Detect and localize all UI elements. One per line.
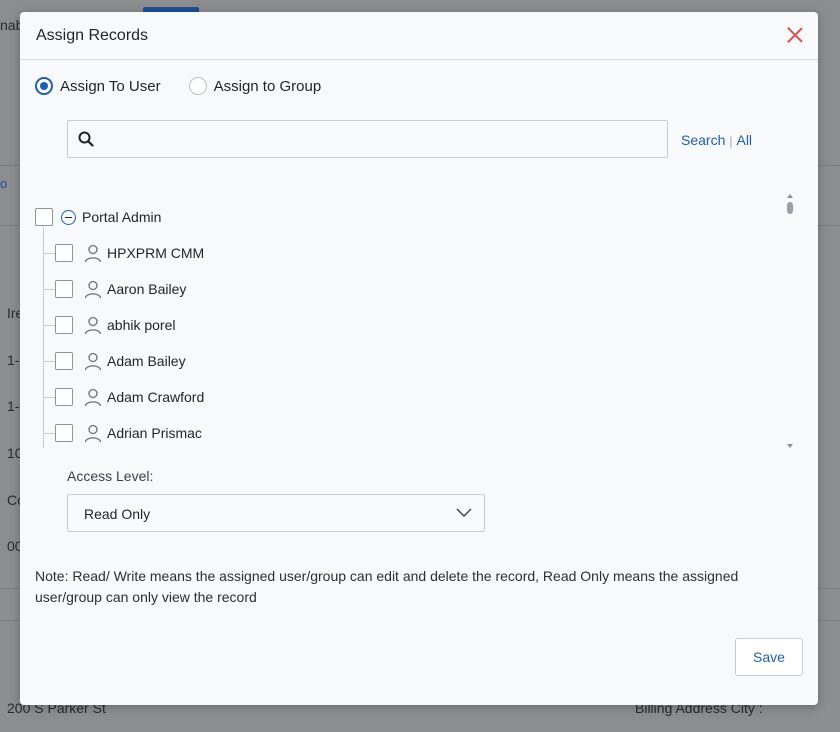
user-checkbox[interactable] (55, 424, 73, 442)
assign-to-user-label: Assign To User (60, 77, 161, 95)
background-link: o (0, 176, 8, 191)
background-text: 1- (7, 398, 20, 414)
tree-branch (43, 324, 55, 326)
access-level-select[interactable]: Read Only (67, 494, 485, 532)
assign-to-group-label: Assign to Group (213, 77, 322, 95)
user-name: Adam Bailey (107, 353, 186, 369)
user-icon (84, 352, 102, 371)
assign-to-user-radio[interactable] (35, 77, 53, 95)
tree-root-label: Portal Admin (82, 209, 162, 225)
tree-item-user: Adam Crawford (43, 387, 204, 407)
assign-to-group-radio[interactable] (188, 77, 207, 95)
assign-type-radio-group: Assign To User Assign to Group (35, 77, 349, 95)
save-button[interactable]: Save (735, 638, 803, 676)
user-checkbox[interactable] (55, 352, 73, 370)
user-checkbox[interactable] (55, 280, 73, 298)
user-icon (84, 388, 102, 407)
tree-scrollbar[interactable] (785, 192, 795, 450)
scroll-up-icon[interactable] (787, 194, 793, 198)
search-input[interactable] (104, 121, 664, 157)
scroll-down-icon[interactable] (787, 444, 793, 448)
search-links: Search | All (681, 132, 752, 148)
assign-to-user-option[interactable]: Assign To User (35, 77, 161, 95)
user-icon (84, 316, 102, 335)
tree-branch (43, 396, 55, 398)
user-name: HPXPRM CMM (107, 245, 205, 261)
all-link[interactable]: All (736, 132, 752, 148)
chevron-down-icon (456, 508, 472, 517)
user-name: abhik porel (107, 317, 176, 333)
portal-admin-checkbox[interactable] (35, 208, 53, 226)
search-icon (78, 131, 94, 147)
tree-branch (43, 432, 55, 434)
collapse-icon[interactable] (61, 209, 76, 225)
modal-title: Assign Records (36, 27, 149, 44)
search-link[interactable]: Search (681, 132, 725, 148)
tree-item-user: abhik porel (43, 315, 176, 335)
access-note: Note: Read/ Write means the assigned use… (35, 568, 739, 605)
search-separator: | (729, 134, 733, 148)
close-icon[interactable] (786, 26, 804, 44)
user-checkbox[interactable] (55, 388, 73, 406)
user-name: Adam Crawford (107, 389, 205, 405)
user-name: Aaron Bailey (107, 281, 187, 297)
tree-root-portal-admin: Portal Admin (35, 208, 161, 226)
user-icon (84, 280, 102, 299)
tree-branch (43, 360, 55, 362)
tree-item-user: Adrian Prismac (43, 423, 202, 443)
access-level-value: Read Only (84, 506, 151, 522)
user-checkbox[interactable] (55, 244, 73, 262)
background-text: 1- (7, 352, 20, 368)
user-icon (84, 424, 102, 443)
tree-branch (43, 288, 55, 290)
tree-item-user: Adam Bailey (43, 351, 186, 371)
user-tree: Portal Admin HPXPRM CMM Aaron Bailey abh… (35, 198, 795, 448)
tree-branch (43, 252, 55, 254)
tree-item-user: Aaron Bailey (43, 279, 186, 299)
access-level-label: Access Level: (67, 468, 154, 484)
assign-records-modal: Assign Records Assign To User Assign to … (20, 12, 818, 705)
tree-item-user: HPXPRM CMM (43, 243, 204, 263)
search-box (67, 120, 668, 158)
modal-header: Assign Records (20, 12, 818, 60)
assign-to-group-option[interactable]: Assign to Group (188, 77, 322, 95)
scroll-thumb[interactable] (787, 202, 793, 214)
user-checkbox[interactable] (55, 316, 73, 334)
user-name: Adrian Prismac (107, 425, 202, 441)
user-icon (84, 244, 102, 263)
